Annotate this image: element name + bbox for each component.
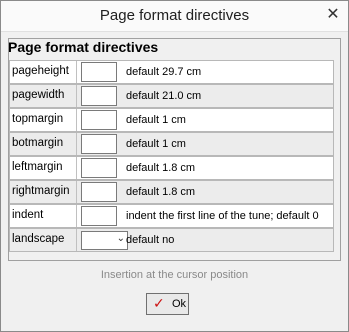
- row-description: default 29.7 cm: [126, 66, 202, 78]
- row-landscape: landscape ⌄ default no: [9, 228, 334, 252]
- row-indent: indent indent the first line of the tune…: [9, 204, 334, 228]
- row-description: indent the first line of the tune; defau…: [126, 210, 319, 222]
- botmargin-input[interactable]: [81, 134, 117, 154]
- title-bar: Page format directives ✕: [1, 1, 348, 32]
- row-label: pageheight: [12, 65, 69, 77]
- ok-button[interactable]: ✓ Ok: [146, 293, 189, 315]
- row-label: indent: [12, 209, 44, 221]
- cell-divider: [76, 205, 77, 227]
- row-botmargin: botmargin default 1 cm: [9, 132, 334, 156]
- check-icon: ✓: [153, 295, 165, 311]
- cell-divider: [76, 85, 77, 107]
- cell-divider: [76, 157, 77, 179]
- group-title: Page format directives: [8, 39, 159, 55]
- row-label: botmargin: [12, 137, 64, 149]
- row-label: pagewidth: [12, 89, 65, 101]
- row-description: default 21.0 cm: [126, 90, 202, 102]
- row-description: default 1.8 cm: [126, 162, 196, 174]
- cell-divider: [76, 133, 77, 155]
- pagewidth-input[interactable]: [81, 86, 117, 106]
- row-pageheight: pageheight default 29.7 cm: [9, 60, 334, 84]
- rightmargin-input[interactable]: [81, 182, 117, 202]
- cell-divider: [76, 229, 77, 251]
- topmargin-input[interactable]: [81, 110, 117, 130]
- row-pagewidth: pagewidth default 21.0 cm: [9, 84, 334, 108]
- close-button[interactable]: ✕: [324, 6, 342, 24]
- ok-button-label: Ok: [172, 298, 187, 310]
- leftmargin-input[interactable]: [81, 158, 117, 178]
- cell-divider: [76, 181, 77, 203]
- row-description: default 1 cm: [126, 114, 186, 126]
- row-label: landscape: [12, 233, 65, 245]
- cell-divider: [76, 61, 77, 83]
- insertion-hint: Insertion at the cursor position: [100, 269, 249, 281]
- row-description: default 1.8 cm: [126, 186, 196, 198]
- window-title: Page format directives: [99, 7, 250, 24]
- row-label: topmargin: [12, 113, 64, 125]
- row-leftmargin: leftmargin default 1.8 cm: [9, 156, 334, 180]
- row-topmargin: topmargin default 1 cm: [9, 108, 334, 132]
- chevron-down-icon: ⌄: [116, 233, 125, 244]
- row-description: default no: [126, 234, 175, 246]
- row-label: leftmargin: [12, 161, 63, 173]
- close-icon: ✕: [326, 6, 340, 23]
- dialog-window: Page format directives ✕ Page format dir…: [0, 0, 349, 332]
- row-label: rightmargin: [12, 185, 70, 197]
- cell-divider: [76, 109, 77, 131]
- row-description: default 1 cm: [126, 138, 186, 150]
- row-rightmargin: rightmargin default 1.8 cm: [9, 180, 334, 204]
- pageheight-input[interactable]: [81, 62, 117, 82]
- indent-input[interactable]: [81, 206, 117, 226]
- landscape-select[interactable]: ⌄: [81, 231, 128, 250]
